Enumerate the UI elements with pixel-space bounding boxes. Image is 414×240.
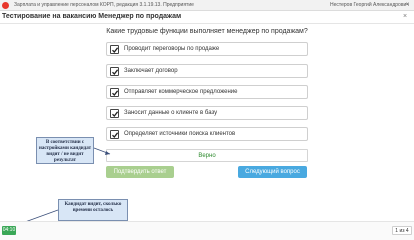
answer-option-5[interactable]: Определяет источники поиска клиентов <box>106 127 308 141</box>
user-name: Нестеров Георгий Александрович <box>330 2 409 8</box>
answer-option-2[interactable]: Заключает договор <box>106 64 308 78</box>
answer-option-label: Заключает договор <box>124 68 178 74</box>
window-close-icon[interactable]: × <box>403 1 412 9</box>
checkbox-checked-icon[interactable] <box>110 67 119 76</box>
annotation-result-note: В соответствии с настройками кандидат ви… <box>36 137 94 164</box>
app-logo-icon <box>2 2 9 9</box>
timer-badge: 04:10 <box>2 226 16 235</box>
result-box: Верно <box>106 149 308 162</box>
title-bar: Зарплата и управление персоналом КОРП, р… <box>0 0 414 11</box>
answer-option-label: Определяет источники поиска клиентов <box>124 131 236 137</box>
checkbox-checked-icon[interactable] <box>110 45 119 54</box>
page-title: Тестирование на вакансию Менеджер по про… <box>2 13 182 20</box>
answer-option-label: Заносит данные о клиенте в базу <box>124 110 218 116</box>
question-counter: 1 из 4 <box>392 226 412 235</box>
checkbox-checked-icon[interactable] <box>110 109 119 118</box>
document-header: Тестирование на вакансию Менеджер по про… <box>0 11 414 24</box>
confirm-answer-button[interactable]: Подтвердить ответ <box>106 166 174 178</box>
checkbox-checked-icon[interactable] <box>110 130 119 139</box>
result-text: Верно <box>198 153 216 159</box>
question-text: Какие трудовые функции выполняет менедже… <box>106 28 308 35</box>
answer-option-label: Проводит переговоры по продаже <box>124 46 220 52</box>
next-question-button[interactable]: Следующий вопрос <box>238 166 307 178</box>
app-title: Зарплата и управление персоналом КОРП, р… <box>14 2 194 8</box>
answer-option-3[interactable]: Отправляет коммерческое предложение <box>106 85 308 99</box>
annotation-timer-note: Кандидат видит, сколько времени осталось <box>58 199 128 221</box>
answer-option-4[interactable]: Заносит данные о клиенте в базу <box>106 106 308 120</box>
answer-option-label: Отправляет коммерческое предложение <box>124 89 238 95</box>
answer-option-1[interactable]: Проводит переговоры по продаже <box>106 42 308 56</box>
footer-bar: 04:10 1 из 4 <box>0 221 414 240</box>
checkbox-checked-icon[interactable] <box>110 88 119 97</box>
document-close-icon[interactable]: × <box>403 13 407 20</box>
